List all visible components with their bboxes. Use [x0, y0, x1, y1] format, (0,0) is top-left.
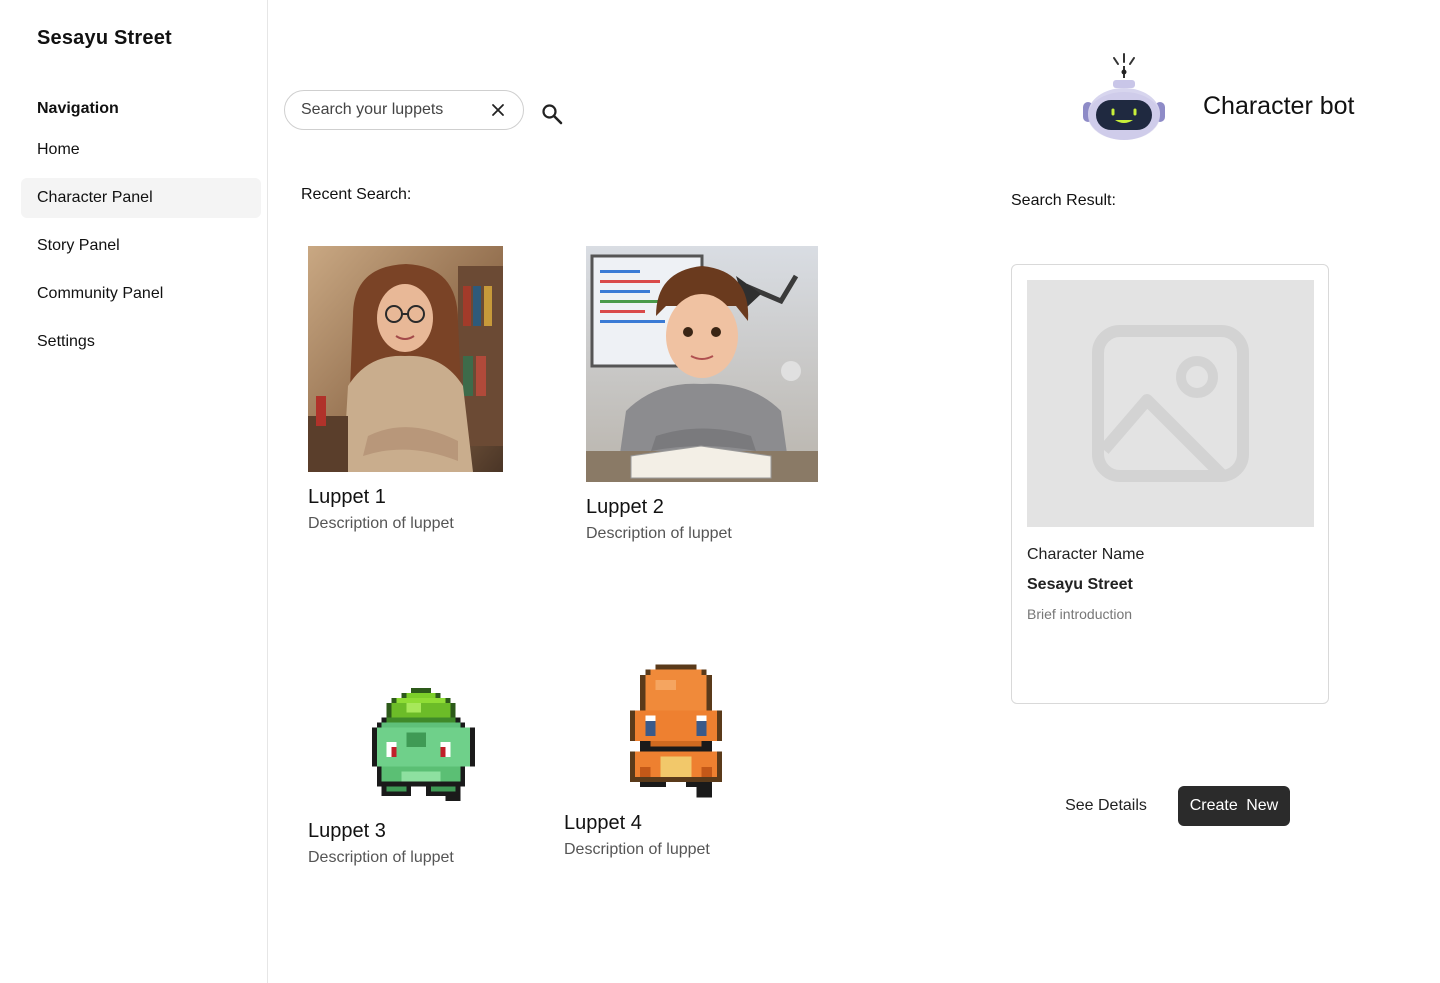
create-new-button[interactable]: Create New	[1178, 786, 1290, 826]
see-details-button[interactable]: See Details	[1052, 786, 1160, 826]
luppet-name: Luppet 4	[564, 812, 642, 834]
luppet-name: Luppet 2	[586, 496, 664, 518]
search-icon[interactable]	[541, 103, 563, 125]
brief-introduction: Brief introduction	[1027, 606, 1133, 622]
sidebar-item-label: Community Panel	[37, 285, 164, 302]
search-input[interactable]	[301, 101, 481, 119]
sidebar-item-character-panel[interactable]: Character Panel	[21, 178, 261, 218]
search-field[interactable]	[284, 90, 524, 130]
search-result-label: Search Result:	[1011, 192, 1116, 209]
sidebar-item-label: Home	[37, 141, 80, 158]
sidebar-item-label: Settings	[37, 333, 95, 350]
sidebar-item-home[interactable]: Home	[21, 130, 261, 170]
image-placeholder	[1027, 280, 1314, 527]
boy-portrait-image	[586, 246, 818, 482]
character-name-label: Character Name	[1027, 546, 1145, 563]
luppet-card[interactable]: Luppet 3 Description of luppet	[308, 688, 476, 867]
navigation-heading: Navigation	[37, 100, 119, 117]
luppet-description: Description of luppet	[308, 515, 454, 532]
sidebar-item-label: Character Panel	[37, 189, 153, 206]
sidebar-item-community-panel[interactable]: Community Panel	[21, 274, 261, 314]
recent-search-label: Recent Search:	[301, 186, 412, 203]
image-icon	[1092, 325, 1249, 482]
luppet-name: Luppet 3	[308, 820, 386, 842]
woman-portrait-image	[308, 246, 503, 472]
search-result-card[interactable]: Character Name Sesayu Street Brief intro…	[1011, 264, 1329, 704]
luppet-name: Luppet 1	[308, 486, 386, 508]
luppet-card[interactable]: Luppet 4 Description of luppet	[564, 664, 722, 859]
brand-title: Sesayu Street	[37, 27, 172, 49]
sidebar-item-settings[interactable]: Settings	[21, 322, 261, 362]
green-creature-image	[371, 688, 476, 802]
character-bot-title: Character bot	[1203, 92, 1355, 120]
sidebar: Sesayu Street Navigation Home Character …	[0, 0, 268, 983]
close-icon[interactable]	[489, 101, 507, 119]
orange-creature-image	[630, 664, 722, 798]
luppet-card[interactable]: Luppet 2 Description of luppet	[586, 246, 818, 543]
sidebar-item-label: Story Panel	[37, 237, 120, 254]
luppet-card[interactable]: Luppet 1 Description of luppet	[308, 246, 503, 533]
sidebar-item-story-panel[interactable]: Story Panel	[21, 226, 261, 266]
luppet-description: Description of luppet	[586, 525, 732, 542]
luppet-description: Description of luppet	[308, 849, 454, 866]
luppet-description: Description of luppet	[564, 841, 710, 858]
robot-icon	[1083, 53, 1165, 140]
character-name-value: Sesayu Street	[1027, 576, 1133, 593]
